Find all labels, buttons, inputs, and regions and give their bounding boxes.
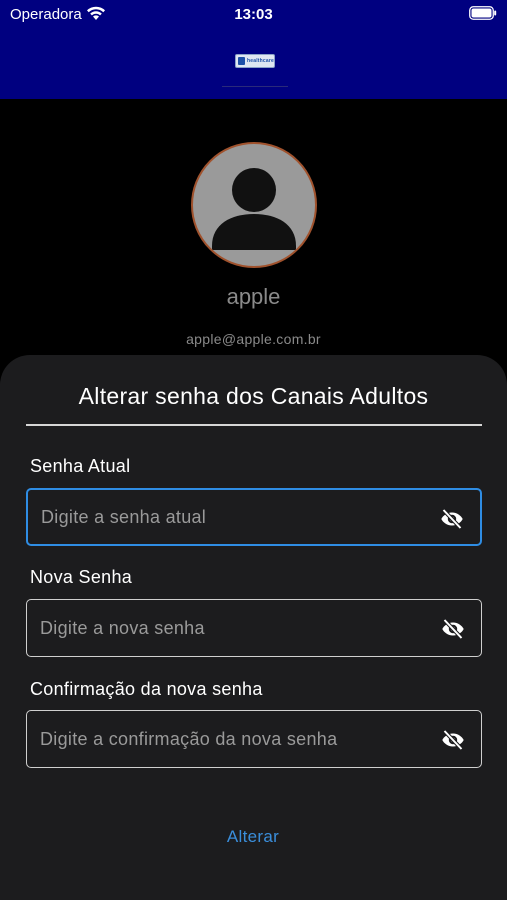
sheet-title: Alterar senha dos Canais Adultos xyxy=(78,383,429,409)
confirm-password-input[interactable] xyxy=(40,711,420,767)
new-password-field[interactable] xyxy=(26,599,482,657)
new-password-input[interactable] xyxy=(40,600,420,656)
logo-mark-icon xyxy=(238,57,245,65)
logo-underline xyxy=(222,86,288,87)
logo-text: healthcare xyxy=(246,58,274,64)
current-password-field[interactable] xyxy=(26,488,482,546)
status-time: 13:03 xyxy=(234,6,273,23)
title-divider xyxy=(26,424,482,426)
eye-off-icon[interactable] xyxy=(440,507,464,531)
new-password-label: Nova Senha xyxy=(30,567,133,587)
confirm-password-field[interactable] xyxy=(26,710,482,768)
battery-icon xyxy=(469,6,497,20)
profile-email: apple@apple.com.br xyxy=(186,331,321,347)
current-password-input[interactable] xyxy=(41,490,421,544)
app-logo: healthcare xyxy=(235,54,275,68)
profile-name: apple xyxy=(226,284,281,309)
app-header: Operadora 13:03 healthcare xyxy=(0,0,507,99)
user-silhouette-icon xyxy=(212,168,296,250)
screen: Operadora 13:03 healthcare apple apple@a… xyxy=(0,0,507,900)
avatar[interactable] xyxy=(191,142,317,268)
eye-off-icon[interactable] xyxy=(441,728,465,752)
current-password-label: Senha Atual xyxy=(30,456,131,476)
change-password-sheet: Alterar senha dos Canais Adultos Senha A… xyxy=(0,355,507,900)
confirm-password-label: Confirmação da nova senha xyxy=(30,679,263,699)
eye-off-icon[interactable] xyxy=(441,617,465,641)
change-password-button[interactable]: Alterar xyxy=(203,822,303,852)
status-bar: Operadora 13:03 xyxy=(0,0,507,28)
